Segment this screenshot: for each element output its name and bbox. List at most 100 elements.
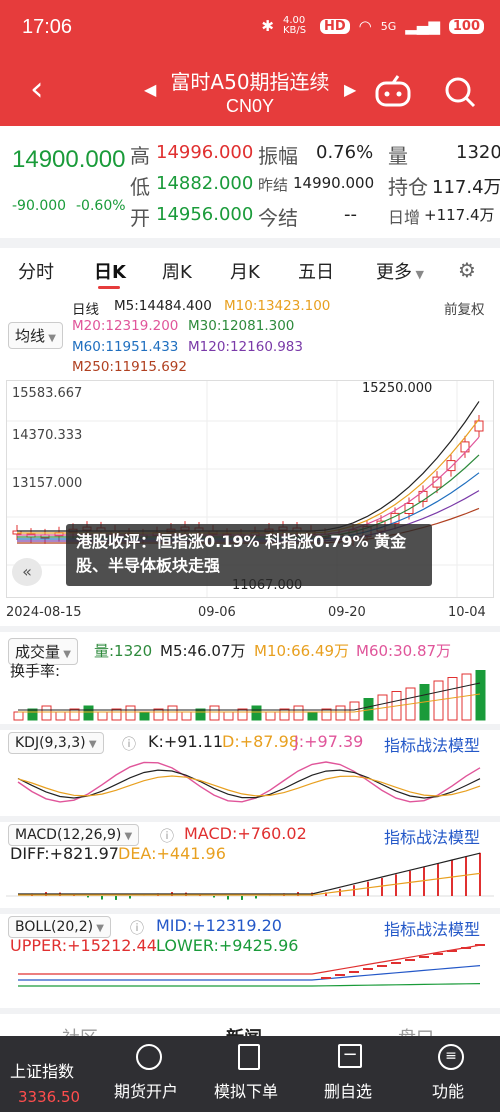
help-icon[interactable]: ⓘ — [122, 734, 136, 754]
volume-bar — [181, 711, 192, 721]
volume-bar — [167, 705, 178, 721]
wifi-icon: ◠ — [358, 17, 372, 35]
x-tick-label: 2024-08-15 — [6, 605, 82, 620]
nav-sim-order[interactable]: 模拟下单 — [214, 1078, 278, 1102]
chevron-down-icon: ▼ — [45, 333, 56, 344]
tab-weekly-k[interactable]: 周K — [162, 258, 192, 284]
volume-value: 量:1320 — [94, 642, 153, 660]
amplitude-value: 0.76% — [316, 142, 374, 163]
boll-mid-line — [18, 965, 481, 981]
chevron-down-icon: ▼ — [121, 831, 133, 842]
adjust-mode[interactable]: 前复权 — [444, 298, 485, 318]
next-contract-icon[interactable]: ▶ — [344, 80, 356, 99]
battery-icon: 100 — [448, 18, 484, 34]
low-value: 14882.000 — [156, 173, 254, 194]
volume-bar — [279, 708, 290, 721]
kdj-j: J:+97.39 — [294, 732, 364, 751]
macd-dropdown[interactable]: MACD(12,26,9) ▼ — [8, 824, 140, 846]
remove-watch-icon: − — [338, 1044, 362, 1068]
ma250-value: M250:11915.692 — [72, 359, 187, 375]
y-tick-label: 13157.000 — [12, 476, 83, 491]
low-label: 低 — [130, 175, 150, 199]
volume-bar — [195, 708, 206, 721]
chevron-down-icon: ▼ — [60, 649, 71, 660]
boll-mid: MID:+12319.20 — [156, 916, 282, 935]
nav-futures-account[interactable]: 期货开户 — [114, 1078, 178, 1102]
kdj-d: D:+87.98 — [222, 732, 299, 751]
ma60-value: M60:11951.433 — [72, 339, 179, 355]
search-icon[interactable] — [442, 74, 478, 110]
prev-settle-value: 14990.000 — [293, 174, 375, 192]
volume-bar — [223, 711, 234, 721]
signal-icon: ▂▄▆ — [405, 17, 440, 35]
kdj-k: K:+91.11 — [148, 732, 224, 751]
high-value: 14996.000 — [156, 142, 254, 163]
status-time: 17:06 — [22, 16, 73, 38]
tab-more-label: 更多 — [376, 262, 412, 283]
volume-bar — [335, 705, 346, 721]
open-value: 14956.000 — [156, 204, 254, 225]
tab-intraday[interactable]: 分时 — [18, 258, 54, 284]
boll-title: BOLL(20,2) — [15, 919, 94, 935]
daily-increase-label: 日增 — [388, 208, 421, 227]
volume-title: 成交量 — [15, 643, 61, 661]
volume-bar — [125, 705, 136, 721]
settings-icon[interactable]: ⚙ — [458, 258, 476, 282]
contract-code: CN0Y — [225, 96, 274, 116]
help-icon[interactable]: ⓘ — [130, 918, 144, 938]
tab-monthly-k[interactable]: 月K — [230, 258, 260, 284]
daily-increase-value: +117.4万 — [424, 206, 495, 224]
volume-bar — [461, 673, 472, 721]
chevron-down-icon: ▼ — [93, 923, 104, 934]
period-tabs: 分时 日K 周K 月K 五日 更多 ▼ ⚙ — [0, 248, 500, 292]
macd-title: MACD(12,26,9) — [15, 827, 122, 843]
robot-assistant-icon[interactable] — [374, 74, 412, 108]
volume-bar — [83, 705, 94, 721]
x-tick-label: 09-20 — [328, 605, 366, 620]
menu-icon: ≡ — [438, 1044, 464, 1070]
ma5-value: M5:14484.400 — [114, 298, 212, 314]
volume-bar — [237, 708, 248, 721]
chevron-down-icon: ▼ — [85, 739, 97, 750]
macd-model-link[interactable]: 指标战法模型 — [384, 824, 480, 848]
volume-bar — [13, 711, 24, 721]
section-divider — [0, 816, 500, 822]
boll-model-link[interactable]: 指标战法模型 — [384, 916, 480, 940]
help-icon[interactable]: ⓘ — [160, 826, 174, 846]
volume-bar — [41, 705, 52, 721]
ma120-value: M120:12160.983 — [188, 339, 303, 355]
y-tick-label: 15583.667 — [12, 386, 83, 401]
tab-five-day[interactable]: 五日 — [298, 258, 334, 284]
chevron-down-icon: ▼ — [412, 268, 424, 281]
tab-daily-k[interactable]: 日K — [94, 258, 126, 284]
volume-chart — [13, 670, 486, 721]
volume-value: 1320 — [456, 142, 500, 163]
section-divider — [0, 724, 500, 730]
open-label: 开 — [130, 206, 150, 230]
period-label: 日线 — [72, 302, 99, 318]
kdj-dropdown[interactable]: KDJ(9,3,3) ▼ — [8, 732, 104, 754]
signal-label: 5G — [380, 19, 397, 33]
settle-value: -- — [344, 204, 357, 225]
vol-m10: M10:66.49万 — [254, 642, 350, 660]
bottom-nav: 上证指数 3336.50 期货开户 模拟下单 − 删自选 ≡ 功能 — [0, 1036, 500, 1112]
volume-label: 量 — [388, 144, 408, 168]
news-toast[interactable]: 港股收评：恒指涨0.19% 科指涨0.79% 黄金股、半导体板块走强 — [66, 524, 432, 586]
volume-bar — [265, 711, 276, 721]
volume-bar — [139, 711, 150, 721]
index-name[interactable]: 上证指数 — [10, 1058, 74, 1082]
last-price: 14900.000 — [12, 146, 126, 173]
tab-active-indicator — [98, 286, 120, 289]
volume-bar — [251, 705, 262, 721]
line-type-dropdown[interactable]: 均线 ▼ — [8, 322, 63, 349]
boll-dropdown[interactable]: BOLL(20,2) ▼ — [8, 916, 111, 938]
tab-more[interactable]: 更多 ▼ — [376, 258, 424, 284]
collapse-icon[interactable]: « — [12, 558, 42, 586]
max-price-label: 15250.000 — [362, 381, 433, 396]
nav-remove-watchlist[interactable]: 删自选 — [324, 1078, 372, 1102]
x-tick-label: 10-04 — [448, 605, 486, 620]
nav-functions[interactable]: 功能 — [432, 1078, 464, 1102]
vol-m5: M5:46.07万 — [160, 642, 246, 660]
volume-bar — [111, 708, 122, 721]
order-icon — [238, 1044, 260, 1070]
